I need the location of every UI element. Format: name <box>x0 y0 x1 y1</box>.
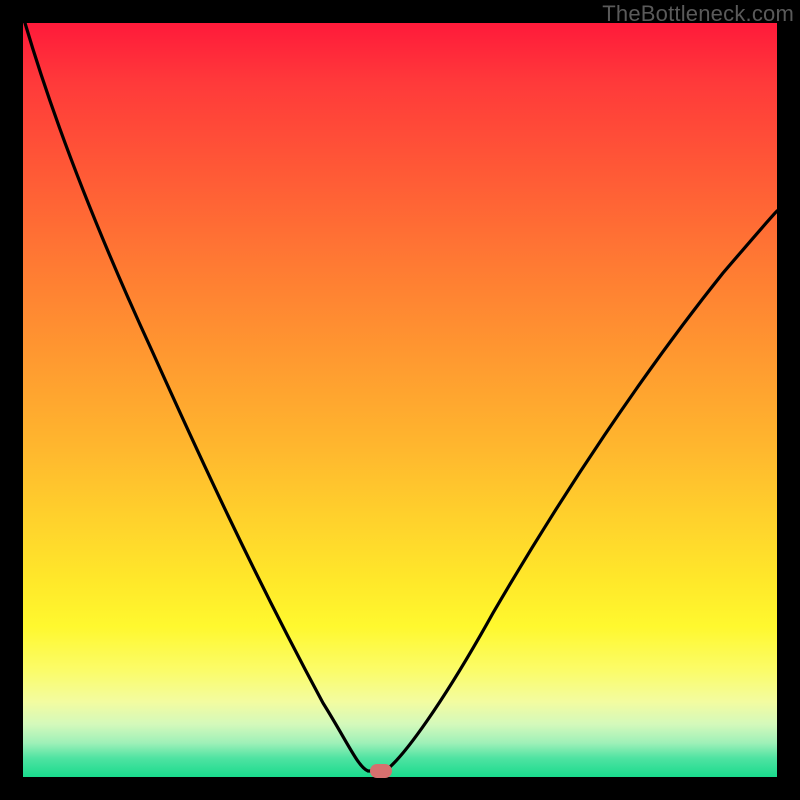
plot-area <box>23 23 777 777</box>
curve-path <box>25 23 777 771</box>
chart-frame: TheBottleneck.com <box>0 0 800 800</box>
bottleneck-curve <box>23 23 777 777</box>
optimal-marker <box>370 764 392 778</box>
